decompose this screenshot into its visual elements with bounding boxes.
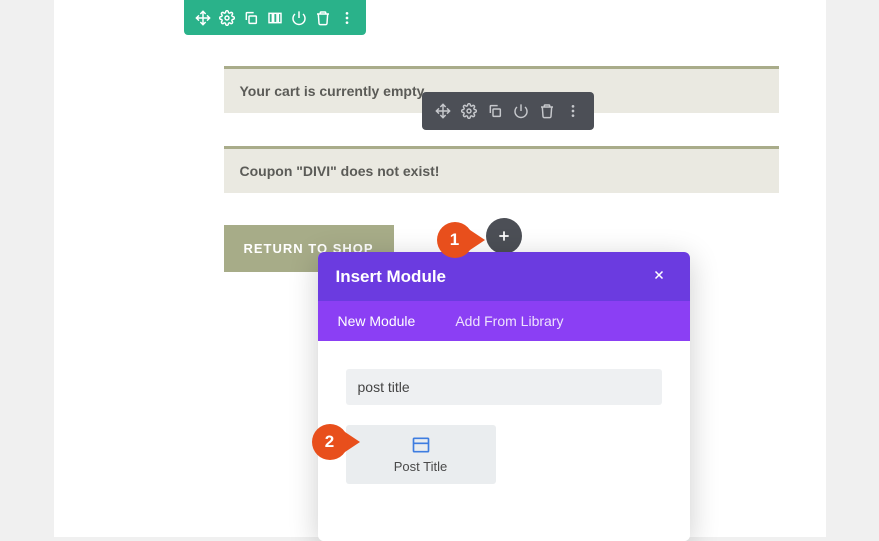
- insert-module-modal: Insert Module New Module Add From Librar…: [318, 252, 690, 541]
- tab-add-from-library[interactable]: Add From Library: [435, 301, 583, 341]
- section-toolbar: [184, 0, 366, 35]
- trash-icon[interactable]: [314, 9, 332, 27]
- more-icon[interactable]: [338, 9, 356, 27]
- step-1-badge: 1: [437, 222, 473, 258]
- module-search-input[interactable]: [346, 369, 662, 405]
- step-2-badge: 2: [312, 424, 348, 460]
- gear-icon[interactable]: [218, 9, 236, 27]
- module-toolbar: [422, 92, 594, 130]
- modal-body: Post Title: [318, 341, 690, 541]
- step-1-pointer: 1: [437, 222, 485, 258]
- tab-new-module[interactable]: New Module: [318, 301, 436, 341]
- duplicate-icon[interactable]: [242, 9, 260, 27]
- module-item-post-title[interactable]: Post Title: [346, 425, 496, 484]
- columns-icon[interactable]: [266, 9, 284, 27]
- page-container: Your cart is currently empty. Coupon "DI…: [54, 0, 826, 537]
- gear-icon[interactable]: [460, 102, 478, 120]
- step-2-pointer: 2: [312, 424, 360, 460]
- power-icon[interactable]: [290, 9, 308, 27]
- add-module-button[interactable]: [486, 218, 522, 254]
- modal-title: Insert Module: [336, 267, 447, 287]
- module-item-label: Post Title: [354, 459, 488, 474]
- more-icon[interactable]: [564, 102, 582, 120]
- modal-header: Insert Module: [318, 252, 690, 301]
- coupon-error-notice: Coupon "DIVI" does not exist!: [224, 146, 779, 193]
- duplicate-icon[interactable]: [486, 102, 504, 120]
- trash-icon[interactable]: [538, 102, 556, 120]
- move-icon[interactable]: [194, 9, 212, 27]
- close-icon[interactable]: [646, 266, 672, 287]
- power-icon[interactable]: [512, 102, 530, 120]
- post-title-icon: [411, 435, 431, 455]
- modal-tabs: New Module Add From Library: [318, 301, 690, 341]
- move-icon[interactable]: [434, 102, 452, 120]
- notice-text: Your cart is currently empty.: [240, 83, 428, 99]
- notice-text: Coupon "DIVI" does not exist!: [240, 163, 440, 179]
